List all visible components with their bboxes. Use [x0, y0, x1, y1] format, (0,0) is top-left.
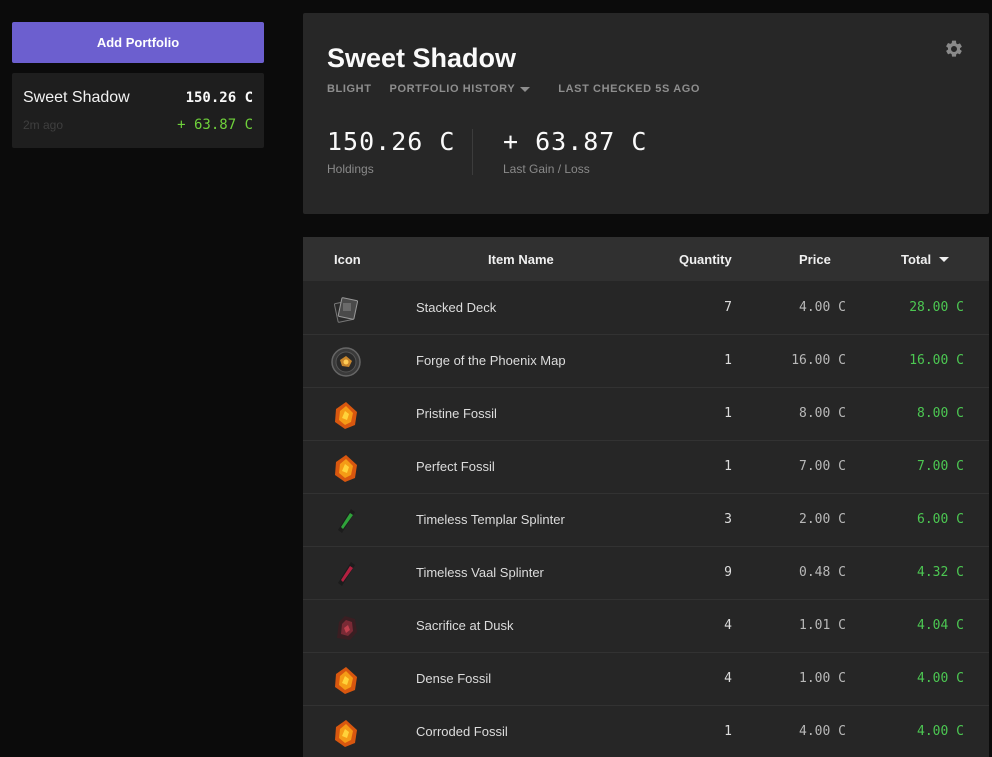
item-price: 0.48 C [799, 565, 846, 580]
chevron-down-icon [520, 86, 531, 92]
fossil-icon [331, 718, 361, 748]
fossil-icon [331, 400, 361, 430]
gain-label: Last Gain / Loss [503, 162, 590, 176]
portfolio-card[interactable]: Sweet Shadow 150.26 C 2m ago + 63.87 C [12, 73, 264, 148]
item-name: Perfect Fossil [416, 459, 495, 474]
item-total: 7.00 C [917, 459, 964, 474]
splinter-green-icon [331, 506, 361, 536]
item-total: 4.32 C [917, 565, 964, 580]
item-quantity: 1 [724, 406, 732, 421]
item-total: 4.00 C [917, 724, 964, 739]
portfolio-history-dropdown[interactable]: PORTFOLIO HISTORY [390, 83, 531, 95]
item-name: Pristine Fossil [416, 406, 497, 421]
fragment-icon [331, 612, 361, 642]
add-portfolio-button[interactable]: Add Portfolio [12, 22, 264, 63]
portfolio-value: 150.26 C [185, 90, 253, 106]
table-row[interactable]: Timeless Templar Splinter 3 2.00 C 6.00 C [303, 494, 989, 547]
column-header-quantity[interactable]: Quantity [679, 252, 732, 267]
portfolio-gain: + 63.87 C [177, 117, 253, 133]
item-total: 6.00 C [917, 512, 964, 527]
item-name: Corroded Fossil [416, 724, 508, 739]
item-price: 1.00 C [799, 671, 846, 686]
table-row[interactable]: Corroded Fossil 1 4.00 C 4.00 C [303, 706, 989, 757]
league-label: BLIGHT [327, 83, 372, 95]
item-quantity: 1 [724, 353, 732, 368]
column-header-total[interactable]: Total [901, 252, 950, 267]
item-quantity: 1 [724, 724, 732, 739]
page-title: Sweet Shadow [327, 43, 517, 73]
column-header-item-name[interactable]: Item Name [488, 252, 554, 267]
item-name: Sacrifice at Dusk [416, 618, 514, 633]
last-checked-label: LAST CHECKED 5S AGO [558, 83, 701, 95]
holdings-value: 150.26 C [327, 127, 456, 156]
table-row[interactable]: Forge of the Phoenix Map 1 16.00 C 16.00 C [303, 335, 989, 388]
item-quantity: 1 [724, 459, 732, 474]
portfolio-meta: BLIGHT PORTFOLIO HISTORY LAST CHECKED 5S… [327, 83, 700, 95]
item-total: 4.00 C [917, 671, 964, 686]
table-row[interactable]: Pristine Fossil 1 8.00 C 8.00 C [303, 388, 989, 441]
item-name: Timeless Templar Splinter [416, 512, 565, 527]
item-price: 4.00 C [799, 300, 846, 315]
portfolio-name: Sweet Shadow [23, 89, 130, 106]
items-table: Icon Item Name Quantity Price Total Stac… [303, 237, 989, 757]
item-price: 1.01 C [799, 618, 846, 633]
item-price: 8.00 C [799, 406, 846, 421]
item-total: 16.00 C [909, 353, 964, 368]
table-header: Icon Item Name Quantity Price Total [303, 237, 989, 281]
stat-divider [472, 129, 473, 175]
item-quantity: 3 [724, 512, 732, 527]
item-price: 4.00 C [799, 724, 846, 739]
table-row[interactable]: Stacked Deck 7 4.00 C 28.00 C [303, 282, 989, 335]
fossil-icon [331, 453, 361, 483]
item-total: 8.00 C [917, 406, 964, 421]
column-header-icon: Icon [334, 252, 361, 267]
item-name: Forge of the Phoenix Map [416, 353, 566, 368]
portfolio-header: Sweet Shadow BLIGHT PORTFOLIO HISTORY LA… [303, 13, 989, 214]
table-row[interactable]: Sacrifice at Dusk 4 1.01 C 4.04 C [303, 600, 989, 653]
portfolio-history-label: PORTFOLIO HISTORY [389, 83, 516, 95]
item-quantity: 4 [724, 618, 732, 633]
holdings-stat: 150.26 C Holdings [327, 127, 455, 176]
table-row[interactable]: Perfect Fossil 1 7.00 C 7.00 C [303, 441, 989, 494]
gain-stat: + 63.87 C Last Gain / Loss [503, 127, 647, 176]
column-header-price[interactable]: Price [799, 252, 831, 267]
item-quantity: 4 [724, 671, 732, 686]
item-quantity: 7 [724, 300, 732, 315]
item-price: 7.00 C [799, 459, 846, 474]
gain-value: + 63.87 C [503, 127, 648, 156]
item-name: Stacked Deck [416, 300, 497, 315]
sort-desc-icon [939, 257, 950, 262]
table-row[interactable]: Dense Fossil 4 1.00 C 4.00 C [303, 653, 989, 706]
item-name: Dense Fossil [416, 671, 492, 686]
map-icon [331, 347, 361, 377]
holdings-label: Holdings [327, 162, 374, 176]
item-total: 28.00 C [909, 300, 964, 315]
item-quantity: 9 [724, 565, 732, 580]
gear-icon[interactable] [943, 38, 965, 60]
item-price: 16.00 C [791, 353, 846, 368]
item-price: 2.00 C [799, 512, 846, 527]
fossil-icon [331, 665, 361, 695]
portfolio-updated-time: 2m ago [23, 118, 64, 132]
item-total: 4.04 C [917, 618, 964, 633]
splinter-red-icon [331, 559, 361, 589]
item-name: Timeless Vaal Splinter [416, 565, 544, 580]
stacked-deck-icon [331, 294, 361, 324]
table-row[interactable]: Timeless Vaal Splinter 9 0.48 C 4.32 C [303, 547, 989, 600]
column-header-total-label: Total [901, 252, 932, 267]
